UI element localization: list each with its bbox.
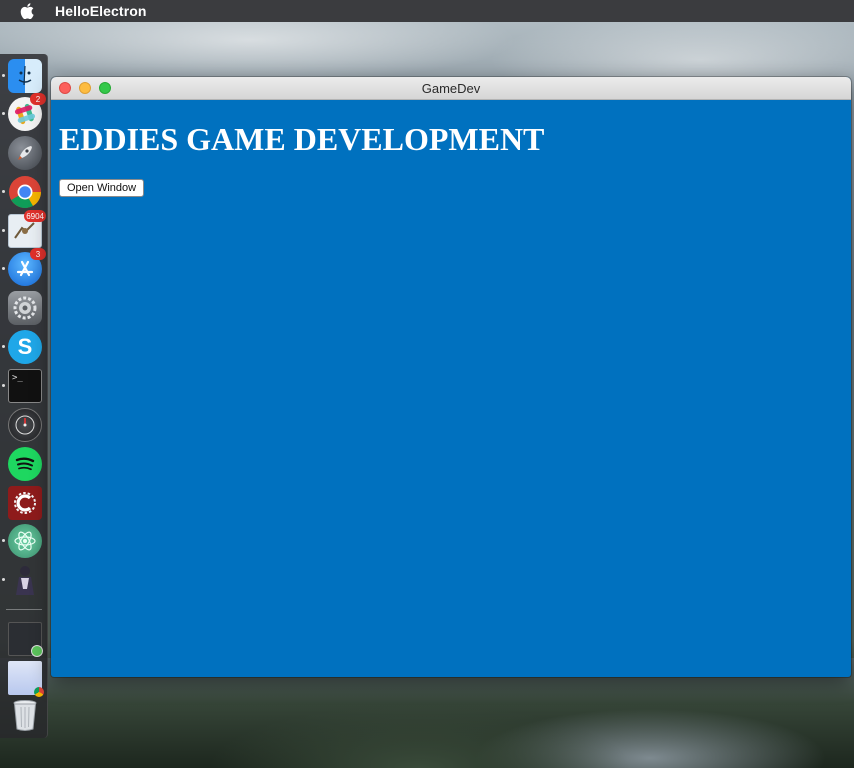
dock-item-trash[interactable] (8, 698, 42, 732)
c-gear-icon (8, 486, 42, 520)
dock-item-chrome[interactable] (2, 175, 42, 209)
gauge-icon (8, 408, 42, 442)
dock-item-gauge-app[interactable] (8, 408, 42, 442)
dock-item-launchpad[interactable] (8, 136, 42, 170)
dock-item-mail[interactable]: 6904 (2, 210, 46, 248)
dock-item-spotify[interactable] (8, 447, 42, 481)
notification-badge: 3 (30, 248, 46, 260)
dock-item-atom[interactable] (2, 524, 42, 558)
trash-icon (8, 698, 42, 732)
running-indicator (2, 267, 5, 270)
window-thumbnail-icon (8, 622, 43, 657)
running-indicator (2, 384, 5, 387)
dock-separator (6, 609, 42, 610)
notification-badge: 6904 (24, 210, 46, 222)
character-icon (8, 563, 42, 597)
window-title-bar[interactable]: GameDev (51, 77, 851, 100)
finder-icon (8, 59, 42, 93)
atom-icon (8, 524, 42, 558)
running-indicator (2, 112, 5, 115)
spotify-icon (8, 447, 42, 481)
minimize-button[interactable] (79, 82, 91, 94)
running-indicator (2, 190, 5, 193)
notification-badge: 2 (30, 93, 46, 105)
dock-item-system-preferences[interactable] (8, 291, 42, 325)
running-indicator (2, 74, 5, 77)
running-indicator (2, 229, 5, 232)
dock-item-finder[interactable] (2, 59, 42, 93)
dock-item-character-app[interactable] (2, 563, 42, 597)
page-heading: EDDIES GAME DEVELOPMENT (59, 121, 545, 157)
window-content: EDDIES GAME DEVELOPMENT Open Window (51, 120, 851, 197)
close-button[interactable] (59, 82, 71, 94)
dock-item-terminal[interactable]: >_ (2, 369, 42, 403)
chrome-icon (8, 175, 42, 209)
menu-bar: HelloElectron (0, 0, 854, 22)
dock-item-minimized-window-2[interactable] (8, 661, 44, 697)
dock-item-minimized-window-1[interactable] (8, 622, 43, 657)
running-indicator (2, 539, 5, 542)
gamedev-window: GameDev EDDIES GAME DEVELOPMENT Open Win… (51, 77, 851, 677)
dock: 2 6904 3 S >_ (0, 54, 48, 738)
running-indicator (2, 578, 5, 581)
gear-icon (8, 291, 42, 325)
app-menu-name[interactable]: HelloElectron (55, 3, 147, 19)
window-thumbnail-icon (8, 661, 44, 697)
terminal-icon: >_ (8, 369, 42, 403)
running-indicator (2, 345, 5, 348)
dock-item-app-store[interactable]: 3 (2, 248, 46, 286)
window-controls (59, 82, 111, 94)
dock-item-skype[interactable]: S (2, 330, 42, 364)
skype-icon: S (8, 330, 42, 364)
zoom-button[interactable] (99, 82, 111, 94)
open-window-button[interactable]: Open Window (59, 179, 145, 197)
apple-icon[interactable] (20, 3, 36, 19)
rocket-icon (8, 136, 42, 170)
dock-item-app-c[interactable] (8, 486, 42, 520)
window-title: GameDev (421, 80, 481, 96)
dock-item-slack[interactable]: 2 (2, 93, 46, 131)
